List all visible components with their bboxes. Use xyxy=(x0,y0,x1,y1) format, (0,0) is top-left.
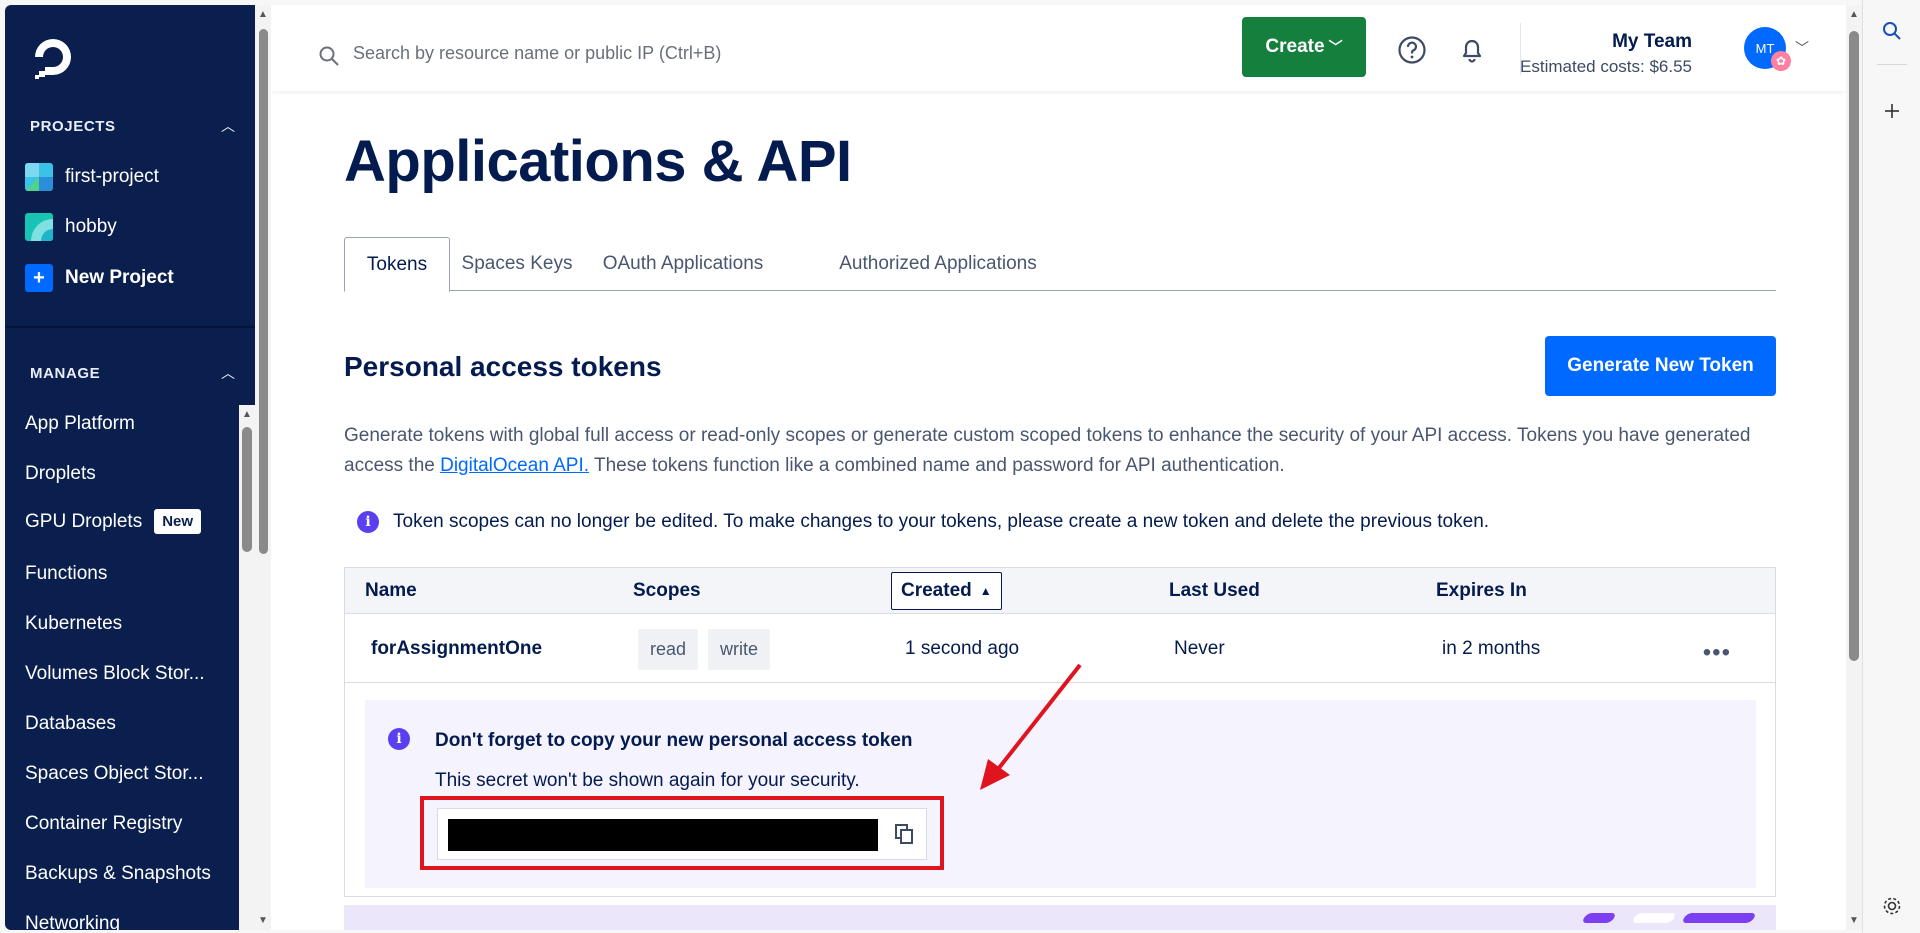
sidebar-divider xyxy=(5,326,255,328)
more-options-icon[interactable]: ••• xyxy=(1703,639,1731,667)
info-text: Token scopes can no longer be edited. To… xyxy=(393,511,1490,532)
table-header: Name Scopes Created ▲ Last Used Expires … xyxy=(345,568,1775,614)
new-badge: New xyxy=(154,509,202,534)
chevron-down-icon[interactable]: ﹀ xyxy=(1795,38,1809,58)
estimated-costs: Estimated costs: $6.55 xyxy=(1520,57,1692,76)
search-icon[interactable] xyxy=(1881,20,1903,42)
sidebar-item-volumes[interactable]: Volumes Block Stor... xyxy=(25,663,205,685)
promo-decoration xyxy=(1581,913,1617,923)
manage-collapse-icon[interactable]: ︿ xyxy=(221,363,235,383)
annotation-highlight-box xyxy=(420,796,944,870)
browser-side-panel xyxy=(1862,0,1920,933)
sidebar-item-backups[interactable]: Backups & Snapshots xyxy=(25,863,211,885)
notice-subtitle: This secret won't be shown again for you… xyxy=(435,770,860,791)
tab-oauth-applications[interactable]: OAuth Applications xyxy=(584,237,782,291)
sidebar-item-container-registry[interactable]: Container Registry xyxy=(25,813,182,835)
column-name[interactable]: Name xyxy=(365,568,417,614)
tab-authorized-applications[interactable]: Authorized Applications xyxy=(819,237,1057,291)
tabs: Tokens Spaces Keys OAuth Applications Au… xyxy=(344,237,1776,292)
sidebar-item-networking[interactable]: Networking xyxy=(25,913,120,930)
project-first-icon xyxy=(25,163,53,191)
sidebar-item-gpu-droplets[interactable]: GPU Droplets New xyxy=(25,509,202,534)
sort-ascending-icon: ▲ xyxy=(979,584,992,598)
sidebar-item-app-platform[interactable]: App Platform xyxy=(25,413,135,435)
sidebar-item-functions[interactable]: Functions xyxy=(25,563,107,585)
token-scopes: read write xyxy=(638,615,780,683)
project-label: first-project xyxy=(65,166,159,187)
create-button[interactable]: Create ﹀ xyxy=(1242,17,1366,77)
digitalocean-logo-icon[interactable] xyxy=(31,35,75,79)
notice-title: Don't forget to copy your new personal a… xyxy=(435,730,913,751)
nav-label: GPU Droplets xyxy=(25,510,143,532)
token-expires-in: in 2 months xyxy=(1442,638,1541,659)
scrollbar-thumb[interactable] xyxy=(242,427,252,552)
project-hobby-icon xyxy=(25,213,53,241)
scope-chip: write xyxy=(708,628,771,670)
page-title: Applications & API xyxy=(344,129,852,194)
scope-info: i Token scopes can no longer be edited. … xyxy=(357,511,1489,533)
scroll-up-icon[interactable]: ▲ xyxy=(1849,9,1859,20)
tab-spaces-keys[interactable]: Spaces Keys xyxy=(452,237,582,291)
column-created[interactable]: Created ▲ xyxy=(891,572,1002,610)
avatar-badge-icon: ✿ xyxy=(1771,51,1791,71)
scroll-up-icon[interactable]: ▲ xyxy=(258,9,268,20)
project-label: hobby xyxy=(65,216,117,237)
panel-divider xyxy=(1877,64,1907,65)
generate-new-token-button[interactable]: Generate New Token xyxy=(1545,336,1776,396)
help-icon[interactable] xyxy=(1397,35,1427,65)
search-input[interactable] xyxy=(353,35,913,71)
scrollbar-thumb[interactable] xyxy=(1849,31,1859,661)
projects-collapse-icon[interactable]: ︿ xyxy=(221,116,235,136)
digitalocean-api-link[interactable]: DigitalOcean API. xyxy=(440,455,589,476)
column-label: Created xyxy=(901,580,972,601)
promo-decoration xyxy=(1681,913,1757,923)
new-project-label: New Project xyxy=(65,267,174,288)
sidebar-scrollbar[interactable]: ▲ xyxy=(239,405,255,930)
page-scrollbar[interactable]: ▲ ▼ xyxy=(1846,5,1862,930)
column-last-used[interactable]: Last Used xyxy=(1169,568,1260,614)
sidebar-item-kubernetes[interactable]: Kubernetes xyxy=(25,613,122,635)
promo-banner xyxy=(344,905,1776,930)
create-label: Create xyxy=(1265,36,1325,57)
info-icon: i xyxy=(357,511,379,533)
chevron-down-icon: ﹀ xyxy=(1328,39,1343,55)
sidebar-project-first-project[interactable]: first-project xyxy=(25,161,159,193)
column-scopes[interactable]: Scopes xyxy=(633,568,701,614)
projects-header: PROJECTS xyxy=(30,118,116,135)
left-scrollbar[interactable]: ▲ ▼ xyxy=(255,5,271,930)
bell-icon[interactable] xyxy=(1457,35,1487,65)
sidebar-project-hobby[interactable]: hobby xyxy=(25,211,117,243)
sidebar-item-spaces[interactable]: Spaces Object Stor... xyxy=(25,763,203,785)
top-bar: Create ﹀ My Team Estimated costs: $6.55 … xyxy=(271,5,1846,91)
sidebar: PROJECTS ︿ first-project hobby + New Pro… xyxy=(5,5,255,930)
sidebar-item-databases[interactable]: Databases xyxy=(25,713,116,735)
scroll-down-icon[interactable]: ▼ xyxy=(1849,915,1859,926)
description-text: These tokens function like a combined na… xyxy=(589,455,1285,476)
token-name: forAssignmentOne xyxy=(371,638,543,659)
scroll-down-icon[interactable]: ▼ xyxy=(258,915,268,926)
token-last-used: Never xyxy=(1174,638,1225,659)
promo-decoration xyxy=(1631,913,1677,923)
manage-header: MANAGE xyxy=(30,365,101,382)
browser-frame: PROJECTS ︿ first-project hobby + New Pro… xyxy=(0,0,1920,933)
sidebar-item-droplets[interactable]: Droplets xyxy=(25,463,96,485)
tab-tokens[interactable]: Tokens xyxy=(344,237,450,292)
team-name[interactable]: My Team xyxy=(1612,31,1692,53)
description: Generate tokens with global full access … xyxy=(344,421,1774,481)
new-project-button[interactable]: + New Project xyxy=(25,262,174,294)
plus-icon: + xyxy=(25,264,53,292)
scope-chip: read xyxy=(638,628,699,670)
scrollbar-thumb[interactable] xyxy=(259,29,268,554)
section-title: Personal access tokens xyxy=(344,351,662,382)
info-icon: i xyxy=(388,728,410,750)
search-icon xyxy=(319,46,339,66)
gear-icon[interactable] xyxy=(1881,895,1903,917)
scroll-up-icon[interactable]: ▲ xyxy=(242,409,252,420)
annotation-arrow-icon xyxy=(980,663,1082,790)
plus-icon[interactable] xyxy=(1881,100,1903,122)
column-expires-in[interactable]: Expires In xyxy=(1436,568,1527,614)
